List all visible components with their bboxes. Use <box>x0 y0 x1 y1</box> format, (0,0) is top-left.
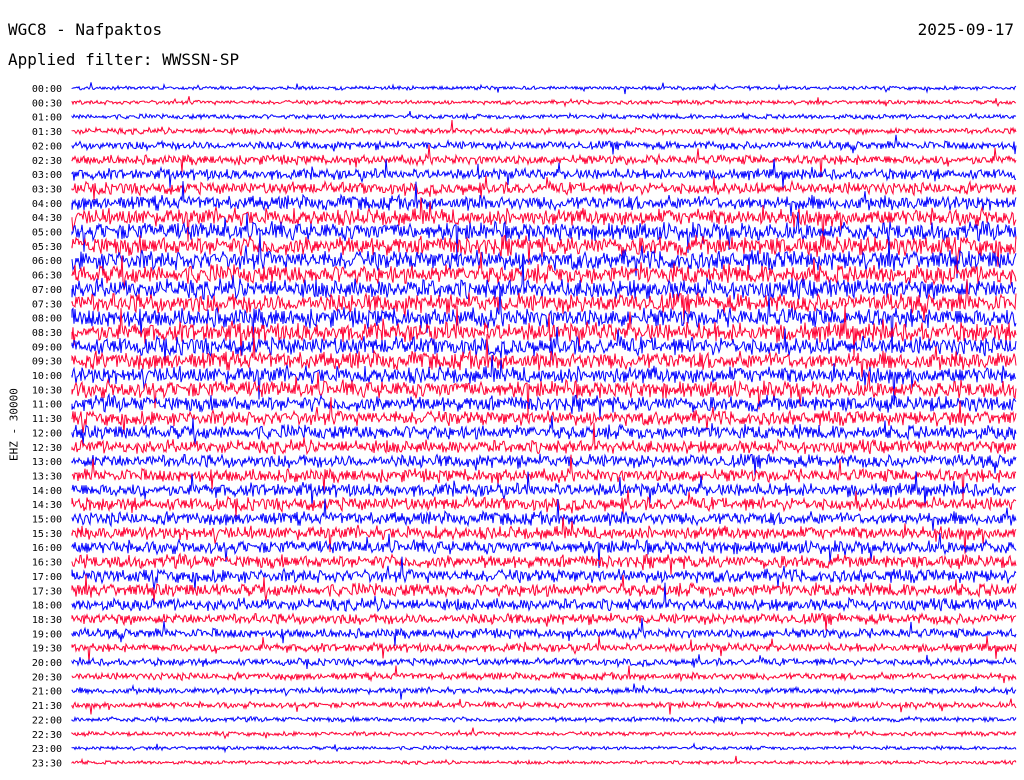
row-time-label: 18:30 <box>32 615 62 626</box>
trace-line <box>71 612 1017 631</box>
row-time-label: 06:00 <box>32 256 62 267</box>
trace-line <box>71 665 1017 684</box>
row-time-label: 06:30 <box>32 271 62 282</box>
row-time-label: 10:30 <box>32 385 62 396</box>
row-time-label: 00:30 <box>32 98 62 109</box>
trace-line <box>71 727 1017 740</box>
row-time-label: 03:30 <box>32 184 62 195</box>
row-time-label: 08:30 <box>32 328 62 339</box>
row-time-label: 14:30 <box>32 500 62 511</box>
trace-group <box>71 82 1017 766</box>
row-time-label: 02:30 <box>32 156 62 167</box>
row-time-label: 15:00 <box>32 515 62 526</box>
row-time-label: 17:00 <box>32 572 62 583</box>
time-label-group: 00:00 00:30 01:00 01:30 02:00 02:30 03:00 03:30… <box>32 84 62 769</box>
trace-line <box>71 422 1017 456</box>
row-time-label: 13:30 <box>32 471 62 482</box>
trace-line <box>71 333 1017 378</box>
trace-line <box>71 755 1017 766</box>
row-time-label: 21:00 <box>32 687 62 698</box>
row-time-label: 17:30 <box>32 586 62 597</box>
row-time-label: 08:00 <box>32 314 62 325</box>
row-time-label: 21:30 <box>32 701 62 712</box>
seismogram-plot: 00:00 00:30 01:00 01:30 02:00 02:30 03:00 03:30… <box>32 82 1017 769</box>
row-time-label: 23:30 <box>32 758 62 769</box>
row-time-label: 18:00 <box>32 601 62 612</box>
row-time-label: 15:30 <box>32 529 62 540</box>
row-time-label: 16:30 <box>32 558 62 569</box>
trace-line <box>71 110 1017 122</box>
trace-line <box>71 392 1017 420</box>
row-time-label: 23:00 <box>32 744 62 755</box>
row-time-label: 09:30 <box>32 357 62 368</box>
row-time-label: 13:00 <box>32 457 62 468</box>
row-time-label: 04:00 <box>32 199 62 210</box>
row-time-label: 05:00 <box>32 228 62 239</box>
row-time-label: 01:30 <box>32 127 62 138</box>
row-time-label: 11:00 <box>32 400 62 411</box>
trace-line <box>71 175 1017 201</box>
trace-line <box>71 134 1017 155</box>
trace-line <box>71 234 1017 267</box>
row-time-label: 03:00 <box>32 170 62 181</box>
row-time-label: 20:30 <box>32 672 62 683</box>
row-time-label: 16:00 <box>32 543 62 554</box>
trace-line <box>71 683 1017 700</box>
row-time-label: 01:00 <box>32 113 62 124</box>
row-time-label: 12:00 <box>32 428 62 439</box>
trace-line <box>71 144 1017 178</box>
row-time-label: 12:30 <box>32 443 62 454</box>
trace-line <box>71 742 1017 754</box>
row-time-label: 05:30 <box>32 242 62 253</box>
row-time-label: 11:30 <box>32 414 62 425</box>
trace-line <box>71 96 1017 108</box>
row-time-label: 20:00 <box>32 658 62 669</box>
row-time-label: 19:00 <box>32 629 62 640</box>
row-time-label: 00:00 <box>32 84 62 95</box>
row-time-label: 14:00 <box>32 486 62 497</box>
row-time-label: 19:30 <box>32 644 62 655</box>
row-time-label: 22:30 <box>32 730 62 741</box>
trace-line <box>71 698 1017 715</box>
row-time-label: 22:00 <box>32 715 62 726</box>
row-time-label: 04:30 <box>32 213 62 224</box>
row-time-label: 07:00 <box>32 285 62 296</box>
trace-line <box>71 574 1017 603</box>
row-time-label: 02:00 <box>32 141 62 152</box>
trace-line <box>71 82 1017 95</box>
trace-line <box>71 654 1017 669</box>
trace-line <box>71 120 1017 137</box>
row-time-label: 10:00 <box>32 371 62 382</box>
row-time-label: 07:30 <box>32 299 62 310</box>
row-time-label: 09:00 <box>32 342 62 353</box>
trace-line <box>71 715 1017 725</box>
